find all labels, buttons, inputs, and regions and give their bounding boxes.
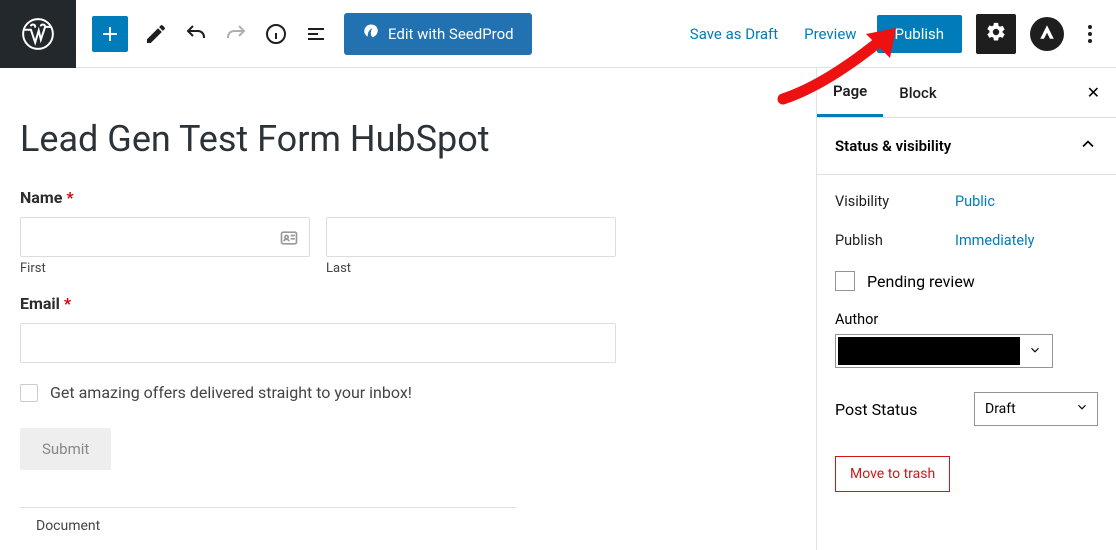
last-name-input[interactable] — [326, 217, 616, 257]
sidebar-tabs: Page Block ✕ — [817, 68, 1116, 118]
first-name-input[interactable] — [20, 217, 310, 257]
visibility-row: Visibility Public — [835, 193, 1098, 210]
page-title[interactable]: Lead Gen Test Form HubSpot — [20, 118, 816, 160]
astra-button[interactable] — [1030, 17, 1064, 51]
chevron-down-icon — [1018, 342, 1052, 361]
author-redacted — [838, 337, 1020, 365]
email-input[interactable] — [20, 323, 616, 363]
wordpress-logo[interactable] — [0, 0, 76, 68]
last-name-field: Last — [326, 217, 616, 276]
seedprod-button[interactable]: Edit with SeedProd — [344, 13, 532, 55]
status-visibility-panel-body: Visibility Public Publish Immediately Pe… — [817, 175, 1116, 510]
outline-button[interactable] — [296, 14, 336, 54]
edit-modes-button[interactable] — [136, 14, 176, 54]
toolbar-left-group: Edit with SeedProd — [76, 13, 532, 55]
chevron-down-icon — [1075, 400, 1089, 418]
preview-button[interactable]: Preview — [798, 17, 862, 51]
close-sidebar-button[interactable]: ✕ — [1071, 83, 1116, 102]
visibility-value[interactable]: Public — [955, 193, 995, 210]
settings-sidebar: Page Block ✕ Status & visibility Visibil… — [816, 68, 1116, 550]
offers-checkbox-row[interactable]: Get amazing offers delivered straight to… — [20, 383, 816, 402]
chevron-up-icon — [1078, 134, 1098, 158]
status-visibility-panel-header[interactable]: Status & visibility — [817, 118, 1116, 175]
redo-button[interactable] — [216, 14, 256, 54]
move-to-trash-button[interactable]: Move to trash — [835, 456, 950, 492]
contact-card-icon — [279, 228, 299, 252]
first-sublabel: First — [20, 261, 310, 276]
poststatus-select[interactable]: Draft — [974, 392, 1098, 426]
submit-button[interactable]: Submit — [20, 428, 111, 470]
tab-block[interactable]: Block — [883, 70, 952, 116]
pending-review-row[interactable]: Pending review — [835, 271, 1098, 291]
poststatus-value: Draft — [985, 401, 1016, 417]
editor-canvas[interactable]: Lead Gen Test Form HubSpot Name * First … — [0, 68, 816, 550]
poststatus-row: Post Status Draft — [835, 392, 1098, 426]
seedprod-label: Edit with SeedProd — [388, 25, 514, 43]
poststatus-label: Post Status — [835, 400, 917, 419]
first-name-field: First — [20, 217, 310, 276]
offers-checkbox[interactable] — [20, 384, 38, 402]
tab-page[interactable]: Page — [817, 68, 883, 117]
publish-label: Publish — [835, 232, 955, 249]
breadcrumb-footer[interactable]: Document — [20, 507, 516, 544]
author-label: Author — [835, 311, 1098, 328]
offers-label: Get amazing offers delivered straight to… — [50, 383, 412, 402]
pending-review-label: Pending review — [867, 272, 975, 291]
astra-icon — [1038, 23, 1056, 45]
panel-title: Status & visibility — [835, 137, 951, 155]
name-label: Name * — [20, 188, 816, 207]
publish-button[interactable]: Publish — [877, 15, 962, 53]
more-options-button[interactable] — [1078, 15, 1102, 53]
top-toolbar: Edit with SeedProd Save as Draft Preview… — [0, 0, 1116, 68]
last-sublabel: Last — [326, 261, 616, 276]
publish-row: Publish Immediately — [835, 232, 1098, 249]
pending-review-checkbox[interactable] — [835, 271, 855, 291]
publish-value[interactable]: Immediately — [955, 232, 1034, 249]
add-block-button[interactable] — [92, 16, 128, 52]
settings-button[interactable] — [976, 14, 1016, 54]
visibility-label: Visibility — [835, 193, 955, 210]
main-area: Lead Gen Test Form HubSpot Name * First … — [0, 68, 1116, 550]
leaf-icon — [362, 23, 380, 45]
save-draft-button[interactable]: Save as Draft — [684, 17, 784, 51]
info-button[interactable] — [256, 14, 296, 54]
gear-icon — [985, 21, 1007, 47]
author-select[interactable] — [835, 334, 1053, 368]
email-label: Email * — [20, 294, 816, 313]
undo-button[interactable] — [176, 14, 216, 54]
close-icon: ✕ — [1087, 83, 1100, 102]
toolbar-right-group: Save as Draft Preview Publish — [684, 14, 1116, 54]
